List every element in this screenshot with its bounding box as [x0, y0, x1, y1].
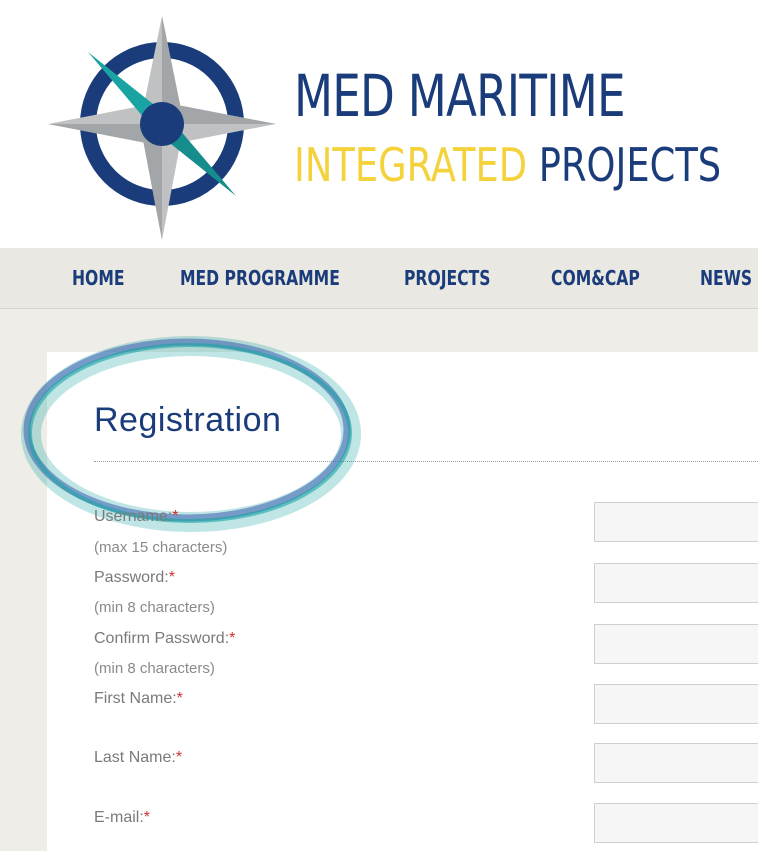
main-nav: HOME MED PROGRAMME PROJECTS COM&CAP NEWS [0, 248, 758, 309]
username-label: Username:* [94, 508, 179, 525]
nav-item-home[interactable]: HOME [72, 248, 125, 308]
required-marker: * [229, 630, 236, 647]
logo-word-projects: PROJECTS [538, 138, 722, 192]
first-name-label: First Name:* [94, 690, 183, 707]
required-marker: * [168, 569, 175, 586]
username-hint: (max 15 characters) [94, 539, 228, 556]
required-marker: * [176, 690, 183, 707]
site-header: MED MARITIME INTEGRATED PROJECTS [0, 0, 758, 248]
logo-title-line2: INTEGRATED PROJECTS [294, 128, 721, 202]
title-divider [94, 461, 758, 462]
required-marker: * [143, 809, 151, 826]
password-field[interactable] [594, 563, 758, 603]
required-marker: * [172, 508, 179, 525]
email-label: E-mail:* [94, 809, 151, 826]
confirm-password-hint: (min 8 characters) [94, 660, 215, 677]
last-name-label: Last Name:* [94, 749, 183, 766]
last-name-field[interactable] [594, 743, 758, 783]
nav-item-news[interactable]: NEWS [700, 248, 752, 308]
confirm-password-label: Confirm Password:* [94, 630, 236, 647]
password-hint: (min 8 characters) [94, 599, 215, 616]
nav-item-comcap[interactable]: COM&CAP [551, 248, 640, 308]
nav-item-med-programme[interactable]: MED PROGRAMME [180, 248, 340, 308]
username-field[interactable] [594, 502, 758, 542]
page-title: Registration [94, 401, 282, 439]
required-marker: * [175, 749, 183, 766]
confirm-password-field[interactable] [594, 624, 758, 664]
password-label: Password:* [94, 569, 175, 586]
compass-logo-icon[interactable] [44, 12, 280, 244]
logo-word-integrated: INTEGRATED [294, 138, 528, 192]
first-name-field[interactable] [594, 684, 758, 724]
nav-item-projects[interactable]: PROJECTS [404, 248, 490, 308]
email-field[interactable] [594, 803, 758, 843]
